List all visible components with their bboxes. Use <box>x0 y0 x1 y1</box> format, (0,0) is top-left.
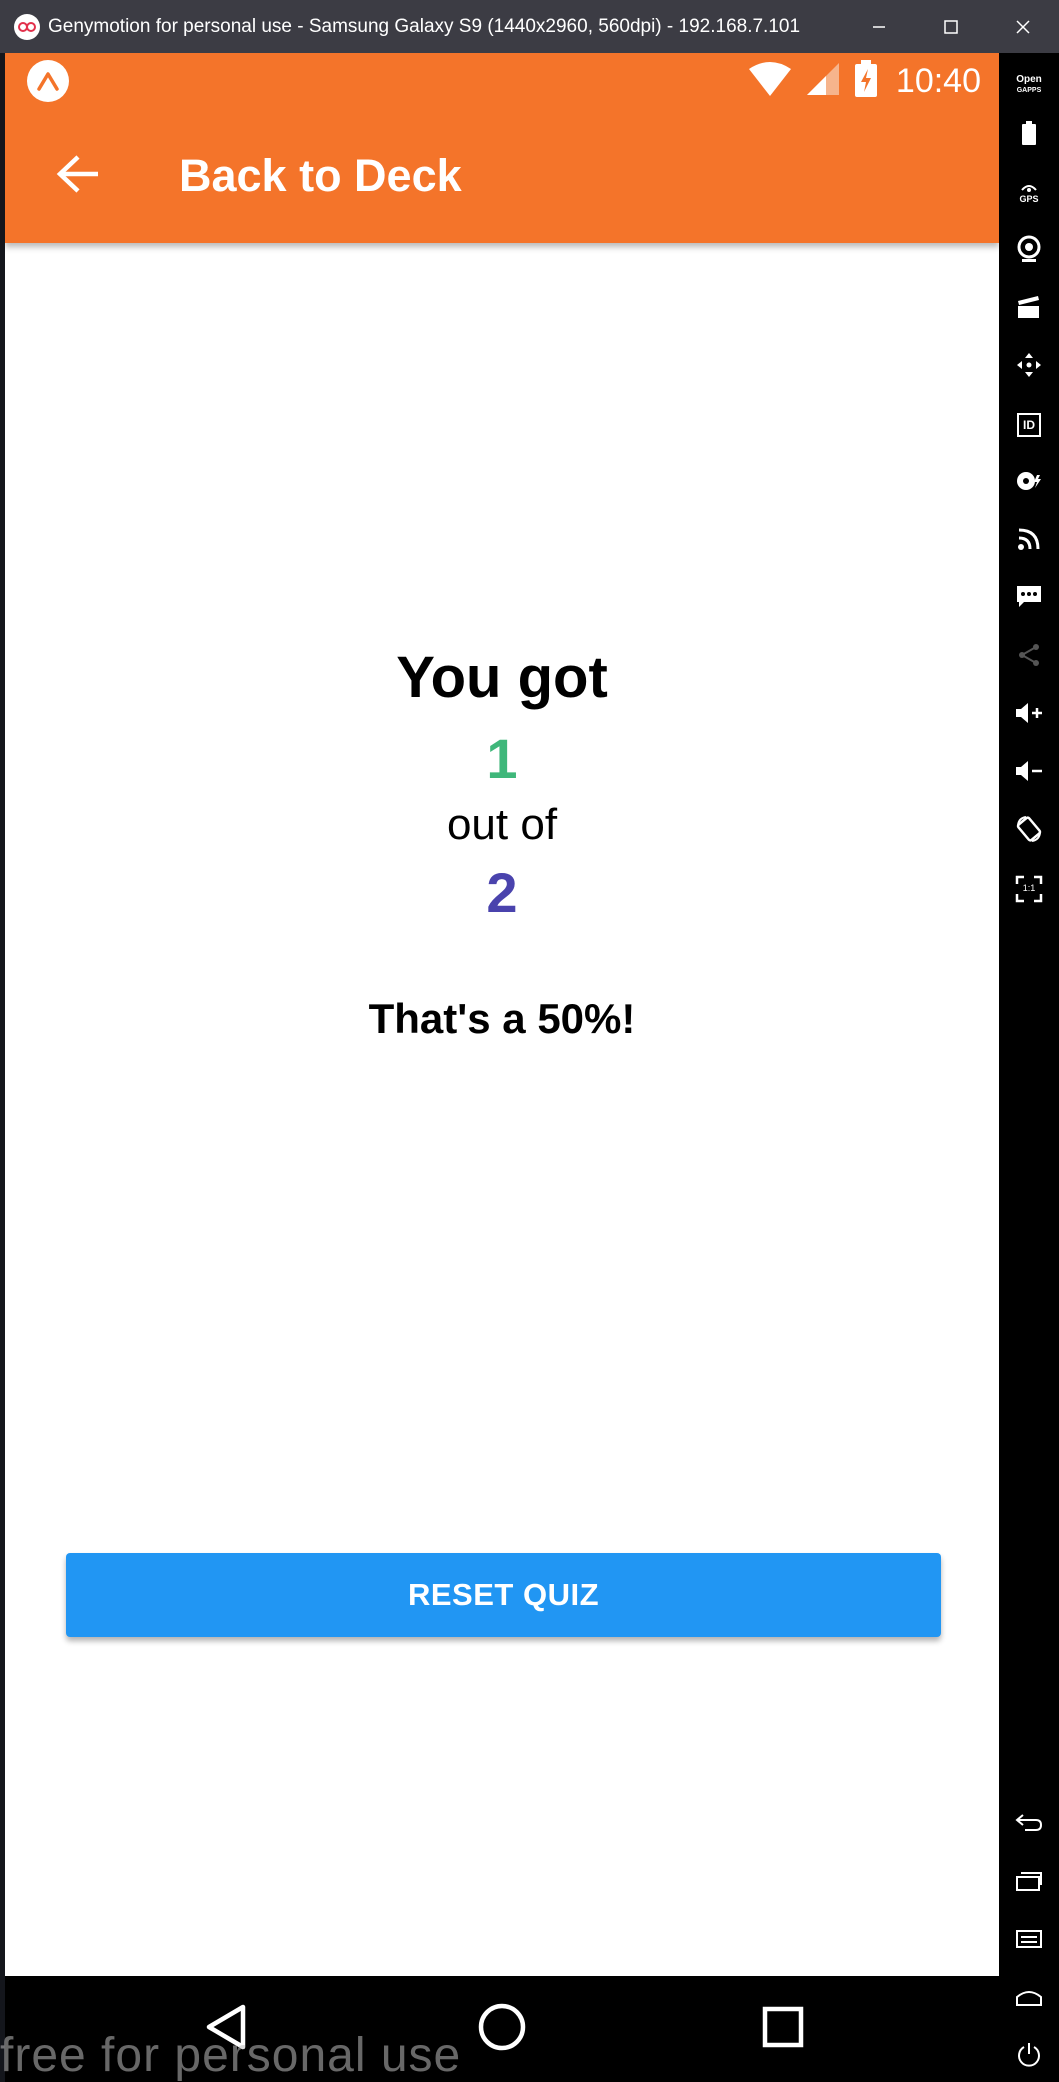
volume-up-button[interactable] <box>1009 695 1049 735</box>
volume-down-icon <box>1015 760 1043 787</box>
pixel-perfect-button[interactable]: 1:1 <box>1009 869 1049 909</box>
disk-icon <box>1015 469 1043 498</box>
gps-signal-icon <box>1020 184 1038 194</box>
device-screen: 10:40 Back to Deck You got 1 out of 2 Th… <box>5 53 999 2082</box>
correct-count: 1 <box>486 727 518 790</box>
minimize-window-button[interactable] <box>843 0 915 53</box>
app-header: 10:40 Back to Deck <box>5 53 999 243</box>
home-icon <box>1015 1987 1043 2012</box>
open-gapps-button[interactable]: Open GAPPS <box>1009 65 1049 105</box>
power-icon <box>1016 2042 1042 2073</box>
arrow-left-icon <box>56 154 100 199</box>
wifi-icon <box>748 61 792 102</box>
share-icon <box>1017 643 1041 672</box>
circle-home-icon <box>477 2002 527 2057</box>
screencast-tool-button[interactable] <box>1009 289 1049 329</box>
clapperboard-icon <box>1016 295 1042 324</box>
gapps-label-open: Open <box>1016 73 1042 85</box>
close-window-button[interactable] <box>987 0 1059 53</box>
id-label: ID <box>1023 418 1035 432</box>
home-tool-button[interactable] <box>1009 1979 1049 2019</box>
ratio-label: 1:1 <box>1022 883 1036 893</box>
disk-io-tool-button[interactable] <box>1009 463 1049 503</box>
window-title-bar: Genymotion for personal use - Samsung Ga… <box>0 0 1059 53</box>
expo-notification-icon <box>27 60 69 102</box>
gps-label: GPS <box>1019 194 1039 204</box>
cell-signal-icon <box>806 62 840 101</box>
rotate-screen-icon <box>1015 815 1043 848</box>
webcam-icon <box>1016 235 1042 268</box>
return-arrow-icon <box>1015 1813 1043 1838</box>
android-back-tool-button[interactable] <box>1009 1805 1049 1845</box>
volume-up-icon <box>1015 702 1043 729</box>
share-tool-button[interactable] <box>1009 637 1049 677</box>
move-tool-button[interactable] <box>1009 347 1049 387</box>
message-icon <box>1016 585 1042 614</box>
gapps-label-gapps: GAPPS <box>1016 86 1042 94</box>
menu-tool-button[interactable] <box>1009 1921 1049 1961</box>
rss-signal-icon <box>1017 527 1041 556</box>
status-icons: 10:40 <box>748 59 981 103</box>
recent-apps-icon <box>1015 1871 1043 1896</box>
recent-apps-tool-button[interactable] <box>1009 1863 1049 1903</box>
power-tool-button[interactable] <box>1009 2037 1049 2077</box>
percentage-text: That's a 50%! <box>368 995 636 1042</box>
gps-tool-button[interactable]: GPS <box>1009 173 1049 213</box>
battery-charging-icon <box>854 59 878 103</box>
reset-quiz-button[interactable]: RESET QUIZ <box>66 1553 941 1637</box>
sms-tool-button[interactable] <box>1009 579 1049 619</box>
battery-tool-button[interactable] <box>1009 115 1049 155</box>
maximize-window-button[interactable] <box>915 0 987 53</box>
personal-use-watermark: free for personal use <box>0 2029 462 2082</box>
emulator-side-toolbar: Open GAPPS GPS ID 1:1 <box>999 53 1059 2082</box>
volume-down-button[interactable] <box>1009 753 1049 793</box>
result-heading: You got <box>396 645 608 710</box>
genymotion-logo-icon <box>14 13 40 40</box>
status-clock: 10:40 <box>895 61 981 100</box>
id-card-icon: ID <box>1017 413 1041 437</box>
square-recents-icon <box>761 2005 805 2054</box>
status-bar: 10:40 <box>5 53 999 109</box>
total-count: 2 <box>486 861 518 924</box>
move-arrows-icon <box>1015 351 1043 384</box>
webcam-tool-button[interactable] <box>1009 231 1049 271</box>
rotate-tool-button[interactable] <box>1009 811 1049 851</box>
battery-icon <box>1020 120 1038 151</box>
app-bar-title: Back to Deck <box>179 150 462 201</box>
window-title: Genymotion for personal use - Samsung Ga… <box>48 15 801 37</box>
app-bar: Back to Deck <box>5 109 999 243</box>
network-tool-button[interactable] <box>1009 521 1049 561</box>
back-button[interactable] <box>45 143 111 209</box>
nav-home-button[interactable] <box>469 1996 535 2062</box>
nav-recents-button[interactable] <box>750 1996 816 2062</box>
menu-icon <box>1015 1929 1043 1954</box>
device-id-tool-button[interactable]: ID <box>1009 405 1049 445</box>
out-of-label: out of <box>446 800 558 849</box>
